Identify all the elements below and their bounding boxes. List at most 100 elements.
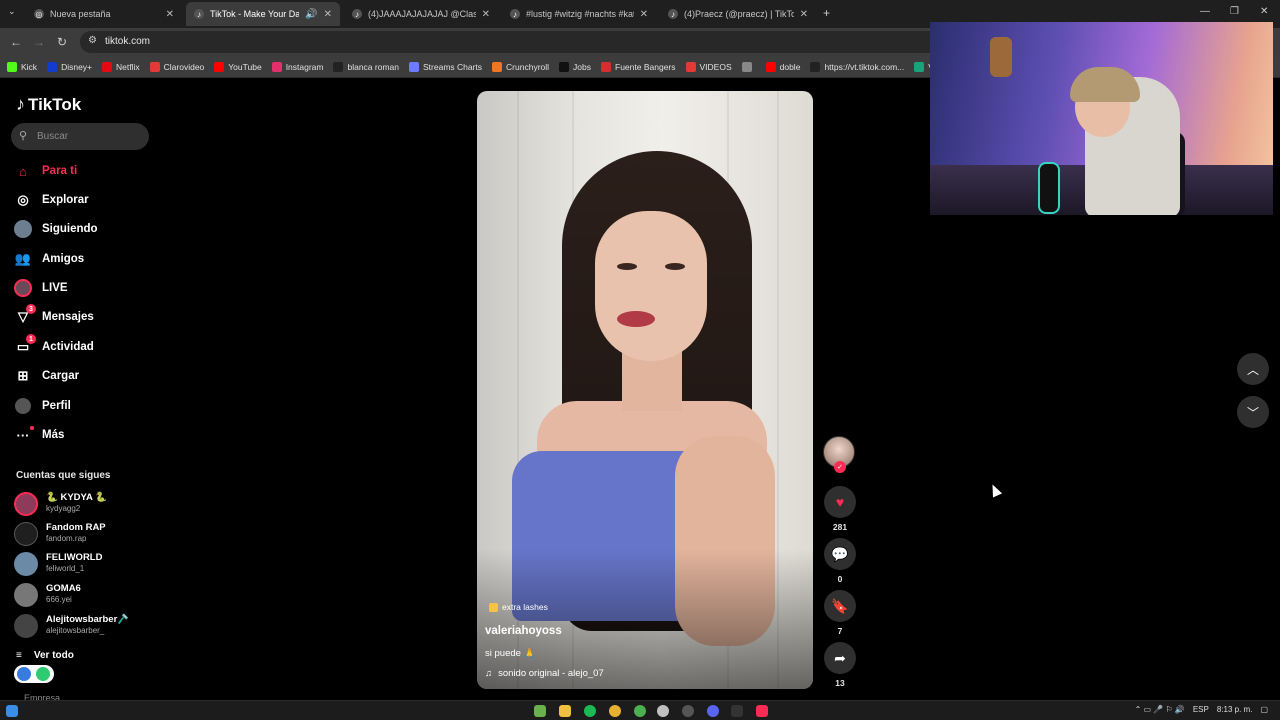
- previous-video-button[interactable]: ︿: [1237, 353, 1269, 385]
- friends-icon: 👥: [14, 251, 32, 266]
- spotify-icon[interactable]: [584, 705, 596, 717]
- bookmark-item[interactable]: Instagram: [271, 61, 323, 72]
- nav-live[interactable]: LIVE: [14, 277, 150, 299]
- bookmark-label: VIDEOS: [699, 61, 732, 72]
- new-tab-button[interactable]: +: [823, 6, 830, 20]
- bookmark-favicon-icon: [149, 61, 160, 72]
- share-button[interactable]: ➦: [824, 642, 856, 674]
- bookmark-label: https://vt.tiktok.com...: [824, 61, 905, 72]
- bookmark-item[interactable]: Disney+: [47, 61, 92, 72]
- bookmark-favicon-icon: [7, 61, 17, 72]
- app-icon[interactable]: [534, 705, 546, 717]
- chrome-icon[interactable]: [609, 705, 621, 717]
- bookmark-item[interactable]: Netflix: [102, 61, 140, 72]
- microphone: [1038, 162, 1060, 214]
- close-window-icon[interactable]: ✕: [1260, 6, 1268, 17]
- url-text[interactable]: tiktok.com: [105, 36, 150, 47]
- follow-check-icon[interactable]: ✓: [834, 461, 846, 473]
- nav-label: Mensajes: [42, 311, 94, 323]
- chrome-icon[interactable]: [634, 705, 646, 717]
- nav-label: Explorar: [42, 194, 89, 206]
- video-sound[interactable]: ♫ sonido original - alejo_07: [485, 668, 604, 679]
- account-item[interactable]: 🐍 KYDYA 🐍 kydyagg2: [14, 490, 150, 518]
- bookmark-favicon-icon: [810, 61, 821, 72]
- chrome-active-icon[interactable]: [657, 705, 669, 717]
- save-button[interactable]: 🔖: [824, 590, 856, 622]
- reload-icon[interactable]: ↻: [57, 35, 67, 49]
- nav-cargar[interactable]: ⊞ Cargar: [14, 365, 150, 387]
- bookmark-item[interactable]: Crunchyroll: [492, 61, 549, 72]
- account-item[interactable]: Alejitowsbarber🪒 alejitowsbarber_: [14, 612, 150, 640]
- bookmark-item[interactable]: Fuente Bangers: [601, 61, 676, 72]
- tab-search-icon[interactable]: ⌄: [8, 6, 16, 17]
- clock[interactable]: 8:13 p. m.: [1217, 705, 1253, 714]
- bookmark-item[interactable]: Jobs: [559, 61, 591, 72]
- logo-text: TikTok: [28, 94, 82, 114]
- effect-tag[interactable]: extra lashes: [489, 602, 548, 612]
- avatar: [14, 583, 38, 607]
- bookmark-item[interactable]: VIDEOS: [685, 61, 732, 72]
- video-player[interactable]: extra lashes valeriahoyoss si puede 🙏 ♫ …: [477, 91, 813, 689]
- close-icon[interactable]: ✕: [482, 9, 490, 20]
- tab-new-tab[interactable]: ◎ Nueva pestaña ✕: [26, 2, 182, 26]
- bookmark-item[interactable]: Clarovideo: [149, 61, 204, 72]
- audio-icon[interactable]: 🔊: [305, 9, 317, 20]
- see-all-link[interactable]: ≡ Ver todo: [16, 650, 74, 661]
- language-indicator[interactable]: ESP: [1193, 705, 1209, 714]
- nav-amigos[interactable]: 👥 Amigos: [14, 248, 150, 270]
- restore-icon[interactable]: ❐: [1230, 6, 1239, 17]
- video-author[interactable]: valeriahoyoss: [485, 625, 562, 637]
- creator-avatar[interactable]: ✓: [823, 436, 855, 473]
- bookmark-item[interactable]: blanca roman: [333, 61, 399, 72]
- bookmark-item[interactable]: Kick: [7, 61, 37, 72]
- app-icon[interactable]: [731, 705, 743, 717]
- bookmark-item[interactable]: [741, 61, 756, 72]
- nav-explorar[interactable]: ◎ Explorar: [14, 189, 150, 211]
- bookmark-item[interactable]: Streams Charts: [409, 61, 482, 72]
- close-icon[interactable]: ✕: [800, 9, 808, 20]
- webcam-overlay: [930, 22, 1273, 215]
- nav-siguiendo[interactable]: Siguiendo: [14, 218, 150, 240]
- back-icon[interactable]: ←: [10, 35, 22, 49]
- tiktok-icon[interactable]: [756, 705, 768, 717]
- minimize-icon[interactable]: —: [1200, 6, 1210, 17]
- nav-perfil[interactable]: Perfil: [14, 395, 150, 417]
- tab-tiktok-active[interactable]: ♪ TikTok - Make Your Day 🔊 ✕: [186, 2, 340, 26]
- app-icon: [36, 667, 50, 681]
- start-icon[interactable]: [6, 705, 18, 717]
- search-box[interactable]: ⚲: [11, 123, 149, 150]
- tab-praecz[interactable]: ♪ (4)Praecz (@praecz) | TikTok ✕: [660, 2, 816, 26]
- floating-app-pill[interactable]: [14, 665, 54, 683]
- nav-mensajes[interactable]: ▽ 3 Mensajes: [14, 304, 150, 328]
- bookmark-item[interactable]: YouTube: [214, 61, 262, 72]
- close-icon[interactable]: ✕: [640, 9, 648, 20]
- tiktok-logo[interactable]: ♪ TikTok: [16, 94, 81, 115]
- tab-lustig[interactable]: ♪ #lustig #witzig #nachts #katze ✕: [502, 2, 656, 26]
- bookmark-item[interactable]: doble: [765, 61, 800, 72]
- site-settings-icon[interactable]: ⚙: [88, 35, 97, 46]
- forward-icon[interactable]: →: [33, 35, 45, 49]
- close-icon[interactable]: ✕: [166, 9, 174, 20]
- discord-icon[interactable]: [707, 705, 719, 717]
- avatar: [14, 492, 38, 516]
- bookmark-favicon-icon: [47, 61, 58, 72]
- app-icon[interactable]: [682, 705, 694, 717]
- search-input[interactable]: [37, 128, 142, 145]
- like-button[interactable]: ♥: [824, 486, 856, 518]
- tray-icons[interactable]: ⌃ ▭ 🎤 ⚐ 🔊: [1135, 705, 1185, 714]
- nav-para-ti[interactable]: ⌂ Para ti: [14, 160, 150, 182]
- bookmark-item[interactable]: https://vt.tiktok.com...: [810, 61, 905, 72]
- omnibox[interactable]: ⚙ tiktok.com: [80, 31, 940, 53]
- comment-button[interactable]: 💬: [824, 538, 856, 570]
- share-icon: ➦: [834, 649, 846, 666]
- notification-icon[interactable]: ▢: [1260, 705, 1268, 714]
- account-item[interactable]: GOMA6 666.yei: [14, 581, 150, 609]
- nav-actividad[interactable]: ▭ 1 Actividad: [14, 334, 150, 358]
- account-item[interactable]: Fandom RAP fandom.rap: [14, 520, 150, 548]
- account-item[interactable]: FELIWORLD feliworld_1: [14, 550, 150, 578]
- folder-icon[interactable]: [559, 705, 571, 717]
- nav-mas[interactable]: ··· Más: [14, 424, 150, 446]
- close-icon[interactable]: ✕: [324, 9, 332, 20]
- tab-clash[interactable]: ♪ (4)JAAAJAJAJAJAJ @Clash R ✕: [344, 2, 498, 26]
- next-video-button[interactable]: ﹀: [1237, 396, 1269, 428]
